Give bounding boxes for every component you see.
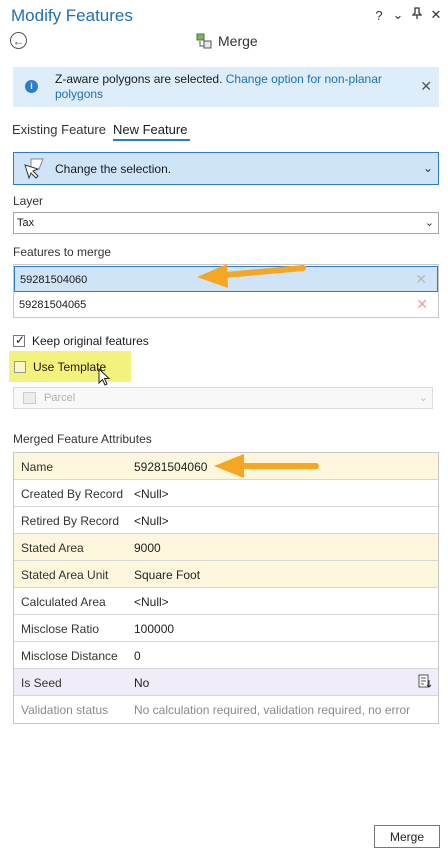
tool-title: Merge xyxy=(218,33,258,49)
template-dropdown: Parcel ⌄ xyxy=(13,387,433,409)
tab-existing-feature[interactable]: Existing Feature xyxy=(12,122,106,137)
banner-message: Z-aware polygons are selected. Change op… xyxy=(55,72,405,102)
attr-key: Is Seed xyxy=(21,676,62,690)
attr-key: Calculated Area xyxy=(21,595,106,609)
layer-dropdown[interactable]: Tax ⌄ xyxy=(13,212,439,234)
table-row[interactable]: Misclose Ratio 100000 xyxy=(14,615,438,642)
banner-text: Z-aware polygons are selected. xyxy=(55,72,226,86)
tool-header: Merge xyxy=(196,33,258,49)
attributes-table: Name 59281504060 Created By Record <Null… xyxy=(13,452,439,724)
options-menu-icon[interactable]: ⌄ xyxy=(392,7,404,23)
table-row[interactable]: Retired By Record <Null> xyxy=(14,507,438,534)
chevron-down-icon: ⌄ xyxy=(422,161,433,175)
merge-tool-icon xyxy=(196,33,212,49)
close-icon[interactable]: ✕ xyxy=(430,7,442,23)
help-icon[interactable]: ? xyxy=(373,8,385,23)
attr-value[interactable]: 59281504060 xyxy=(134,460,207,474)
template-swatch-icon xyxy=(23,392,36,404)
table-row: Validation status No calculation require… xyxy=(14,696,438,723)
attr-value[interactable]: 0 xyxy=(134,649,141,663)
template-value: Parcel xyxy=(44,392,76,404)
attr-key: Validation status xyxy=(21,703,109,717)
attr-key: Misclose Ratio xyxy=(21,622,100,636)
annotation-arrow-icon xyxy=(197,264,306,288)
attr-value[interactable]: Square Foot xyxy=(134,568,200,582)
attr-value[interactable]: <Null> xyxy=(134,487,169,501)
selection-label: Change the selection. xyxy=(55,162,172,176)
list-item[interactable]: 59281504065 ✕ xyxy=(14,292,438,318)
attr-key: Name xyxy=(21,460,54,474)
active-tab-indicator xyxy=(113,139,190,141)
table-row[interactable]: Calculated Area <Null> xyxy=(14,588,438,615)
table-row[interactable]: Stated Area Unit Square Foot xyxy=(14,561,438,588)
table-row[interactable]: Created By Record <Null> xyxy=(14,480,438,507)
attr-key: Stated Area Unit xyxy=(21,568,109,582)
chevron-down-icon: ⌄ xyxy=(424,217,434,229)
attr-value[interactable]: No xyxy=(134,676,149,690)
arrow-left-icon: ← xyxy=(12,33,25,48)
remove-icon[interactable]: ✕ xyxy=(415,271,427,288)
window-controls: ? ⌄ ✕ xyxy=(373,7,442,23)
annotation-arrow-icon xyxy=(214,454,319,478)
features-to-merge-label: Features to merge xyxy=(13,245,112,259)
pin-icon[interactable] xyxy=(411,7,423,23)
info-icon: i xyxy=(25,80,38,93)
tab-new-feature[interactable]: New Feature xyxy=(113,122,187,137)
window-title: Modify Features xyxy=(11,6,133,25)
layer-value: Tax xyxy=(17,217,35,229)
selection-dropdown[interactable]: Change the selection. ⌄ xyxy=(13,152,439,185)
remove-icon[interactable]: ✕ xyxy=(416,296,428,313)
chevron-down-icon: ⌄ xyxy=(418,392,428,404)
attr-key: Misclose Distance xyxy=(21,649,118,663)
attr-value[interactable]: <Null> xyxy=(134,595,169,609)
attr-value: No calculation required, validation requ… xyxy=(134,703,411,717)
mouse-pointer-icon xyxy=(98,368,111,386)
table-row[interactable]: Stated Area 9000 xyxy=(14,534,438,561)
back-button[interactable]: ← xyxy=(10,32,27,49)
attr-value[interactable]: 100000 xyxy=(134,622,174,636)
table-row[interactable]: Is Seed No xyxy=(14,669,438,696)
keep-original-checkbox[interactable] xyxy=(13,333,25,347)
select-cursor-icon xyxy=(24,158,44,180)
table-row[interactable]: Misclose Distance 0 xyxy=(14,642,438,669)
layer-label: Layer xyxy=(13,194,44,208)
attr-value[interactable]: <Null> xyxy=(134,514,169,528)
use-template-checkbox[interactable] xyxy=(14,361,26,373)
attr-key: Retired By Record xyxy=(21,514,120,528)
attr-key: Created By Record xyxy=(21,487,124,501)
merged-attributes-label: Merged Feature Attributes xyxy=(13,432,152,446)
feature-id: 59281504065 xyxy=(19,299,87,311)
keep-original-label: Keep original features xyxy=(32,334,149,348)
feature-id: 59281504060 xyxy=(20,274,88,286)
attr-key: Stated Area xyxy=(21,541,84,555)
merge-button[interactable]: Merge xyxy=(374,825,440,848)
dismiss-banner-icon[interactable]: ✕ xyxy=(420,78,432,95)
attr-value[interactable]: 9000 xyxy=(134,541,161,555)
info-banner: i Z-aware polygons are selected. Change … xyxy=(13,67,439,107)
use-template-label: Use Template xyxy=(33,360,107,374)
attribute-options-icon[interactable] xyxy=(418,674,432,689)
